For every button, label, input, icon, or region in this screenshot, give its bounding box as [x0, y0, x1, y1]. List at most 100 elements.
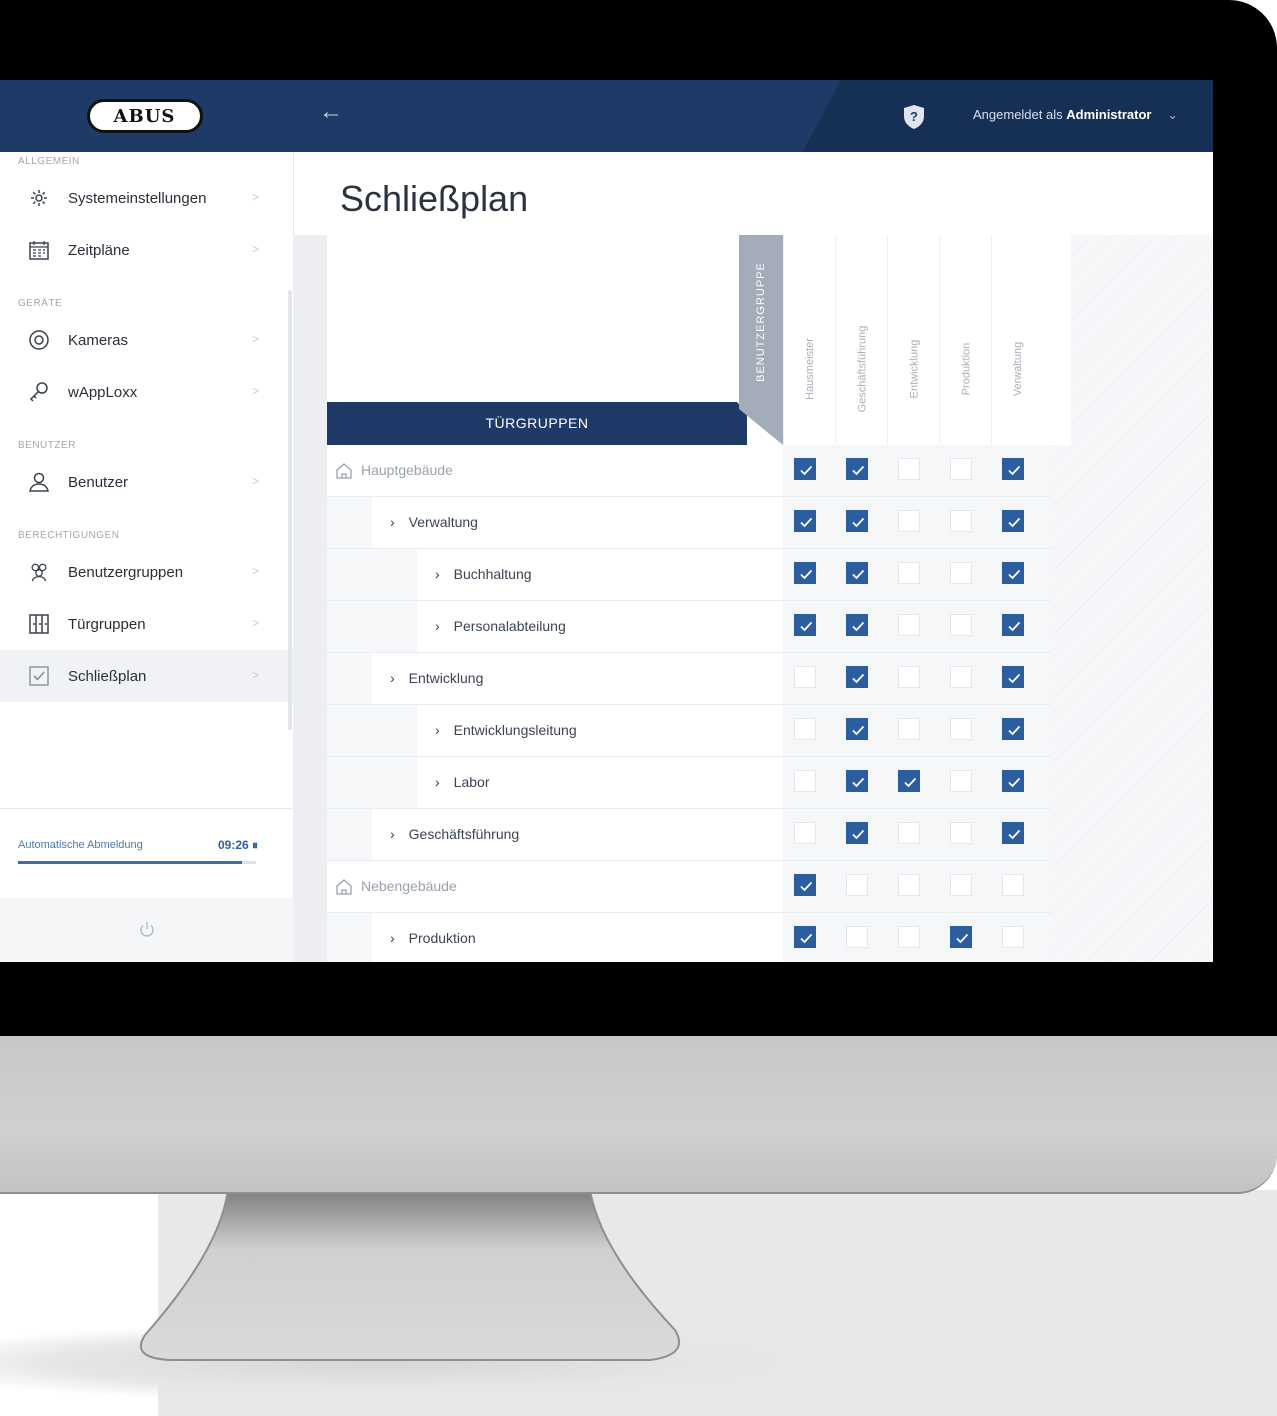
- help-shield-icon[interactable]: ?: [903, 104, 925, 130]
- permission-checkbox[interactable]: [794, 510, 816, 532]
- permission-checkbox[interactable]: [950, 666, 972, 688]
- table-row[interactable]: Nebengebäude: [327, 861, 1051, 913]
- door-group-label[interactable]: › Personalabteilung: [435, 601, 566, 652]
- table-row[interactable]: › Verwaltung: [327, 497, 1051, 549]
- back-arrow-icon[interactable]: ←: [319, 98, 343, 126]
- chevron-right-icon[interactable]: ›: [390, 809, 395, 860]
- user-menu[interactable]: Angemeldet als Administrator ⌄: [973, 107, 1178, 123]
- permission-checkbox[interactable]: [950, 718, 972, 740]
- calendar-icon: [28, 239, 50, 261]
- permission-checkbox[interactable]: [1002, 614, 1024, 636]
- table-row[interactable]: › Geschäftsführung: [327, 809, 1051, 861]
- permission-checkbox[interactable]: [1002, 458, 1024, 480]
- sidebar: ABUS ALLGEMEIN Systemeinstellungen > Zei…: [0, 80, 294, 962]
- logout-button[interactable]: [0, 898, 293, 962]
- permission-checkbox[interactable]: [794, 926, 816, 948]
- permission-checkbox[interactable]: [898, 562, 920, 584]
- permission-checkbox[interactable]: [1002, 822, 1024, 844]
- permission-checkbox[interactable]: [846, 770, 868, 792]
- permission-checkbox[interactable]: [794, 718, 816, 740]
- chevron-right-icon[interactable]: ›: [435, 757, 440, 808]
- building-label[interactable]: Nebengebäude: [335, 861, 457, 912]
- abus-logo[interactable]: ABUS: [86, 99, 203, 133]
- permission-checkbox[interactable]: [950, 614, 972, 636]
- permission-checkbox[interactable]: [846, 614, 868, 636]
- sidebar-item-tuergruppen[interactable]: Türgruppen >: [0, 598, 293, 650]
- door-group-label[interactable]: › Produktion: [390, 913, 476, 962]
- permission-checkbox[interactable]: [950, 926, 972, 948]
- column-header: Verwaltung: [991, 235, 1044, 445]
- row-label-text: Personalabteilung: [453, 618, 566, 634]
- permission-checkbox[interactable]: [794, 822, 816, 844]
- permission-checkbox[interactable]: [898, 874, 920, 896]
- chevron-right-icon[interactable]: ›: [435, 549, 440, 600]
- sidebar-item-zeitplaene[interactable]: Zeitpläne >: [0, 224, 293, 276]
- permission-checkbox[interactable]: [846, 874, 868, 896]
- table-row[interactable]: › Produktion: [327, 913, 1051, 962]
- permission-checkbox[interactable]: [950, 510, 972, 532]
- permission-checkbox[interactable]: [1002, 666, 1024, 688]
- sidebar-item-systemeinstellungen[interactable]: Systemeinstellungen >: [0, 172, 293, 224]
- permission-checkbox[interactable]: [898, 770, 920, 792]
- permission-checkbox[interactable]: [898, 822, 920, 844]
- table-row[interactable]: › Buchhaltung: [327, 549, 1051, 601]
- permission-checkbox[interactable]: [846, 666, 868, 688]
- permission-checkbox[interactable]: [898, 718, 920, 740]
- chevron-right-icon[interactable]: ›: [435, 601, 440, 652]
- permission-checkbox[interactable]: [794, 458, 816, 480]
- chevron-right-icon[interactable]: ›: [390, 497, 395, 548]
- sidebar-item-benutzergruppen[interactable]: Benutzergruppen >: [0, 546, 293, 598]
- permission-checkbox[interactable]: [794, 614, 816, 636]
- permission-checkbox[interactable]: [1002, 510, 1024, 532]
- sidebar-item-benutzer[interactable]: Benutzer >: [0, 456, 293, 508]
- sidebar-item-kameras[interactable]: Kameras >: [0, 314, 293, 366]
- permission-checkbox[interactable]: [898, 666, 920, 688]
- door-group-label[interactable]: › Labor: [435, 757, 489, 808]
- chevron-right-icon[interactable]: ›: [390, 913, 395, 962]
- chevron-down-icon: ⌄: [1167, 107, 1179, 122]
- permission-checkbox[interactable]: [898, 614, 920, 636]
- door-group-label[interactable]: › Geschäftsführung: [390, 809, 519, 860]
- permission-checkbox[interactable]: [846, 510, 868, 532]
- table-row[interactable]: › Entwicklung: [327, 653, 1051, 705]
- door-group-label[interactable]: › Verwaltung: [390, 497, 478, 548]
- permission-checkbox[interactable]: [1002, 926, 1024, 948]
- permission-checkbox[interactable]: [1002, 562, 1024, 584]
- door-group-label[interactable]: › Entwicklungsleitung: [435, 705, 577, 756]
- permission-checkbox[interactable]: [794, 562, 816, 584]
- building-label[interactable]: Hauptgebäude: [335, 445, 453, 496]
- permission-checkbox[interactable]: [846, 562, 868, 584]
- permission-checkbox[interactable]: [950, 458, 972, 480]
- door-group-label[interactable]: › Entwicklung: [390, 653, 483, 704]
- matrix-hatch-area: [1051, 235, 1213, 962]
- permission-checkbox[interactable]: [794, 874, 816, 896]
- permission-checkbox[interactable]: [950, 822, 972, 844]
- permission-checkbox[interactable]: [898, 510, 920, 532]
- table-row[interactable]: › Personalabteilung: [327, 601, 1051, 653]
- permission-checkbox[interactable]: [846, 926, 868, 948]
- permission-checkbox[interactable]: [1002, 718, 1024, 740]
- table-row[interactable]: Hauptgebäude: [327, 445, 1051, 497]
- sidebar-item-schliessplan[interactable]: Schließplan >: [0, 650, 293, 702]
- chevron-right-icon[interactable]: ›: [435, 705, 440, 756]
- permission-checkbox[interactable]: [846, 718, 868, 740]
- permission-checkbox[interactable]: [794, 666, 816, 688]
- permission-checkbox[interactable]: [846, 458, 868, 480]
- permission-checkbox[interactable]: [846, 822, 868, 844]
- permission-checkbox[interactable]: [1002, 874, 1024, 896]
- permission-checkbox[interactable]: [1002, 770, 1024, 792]
- sidebar-item-wapploxx[interactable]: wAppLoxx >: [0, 366, 293, 418]
- chevron-right-icon[interactable]: ›: [390, 653, 395, 704]
- sidebar-scrollbar[interactable]: [288, 290, 292, 730]
- permission-checkbox[interactable]: [950, 874, 972, 896]
- permission-checkbox[interactable]: [898, 926, 920, 948]
- permission-checkbox[interactable]: [950, 562, 972, 584]
- permission-checkbox[interactable]: [898, 458, 920, 480]
- permission-checkbox[interactable]: [950, 770, 972, 792]
- table-row[interactable]: › Labor: [327, 757, 1051, 809]
- permission-checkbox[interactable]: [794, 770, 816, 792]
- door-group-label[interactable]: › Buchhaltung: [435, 549, 532, 600]
- table-row[interactable]: › Entwicklungsleitung: [327, 705, 1051, 757]
- auto-logout-timer[interactable]: 09:26 ⏸: [218, 838, 258, 853]
- home-icon: [336, 463, 352, 479]
